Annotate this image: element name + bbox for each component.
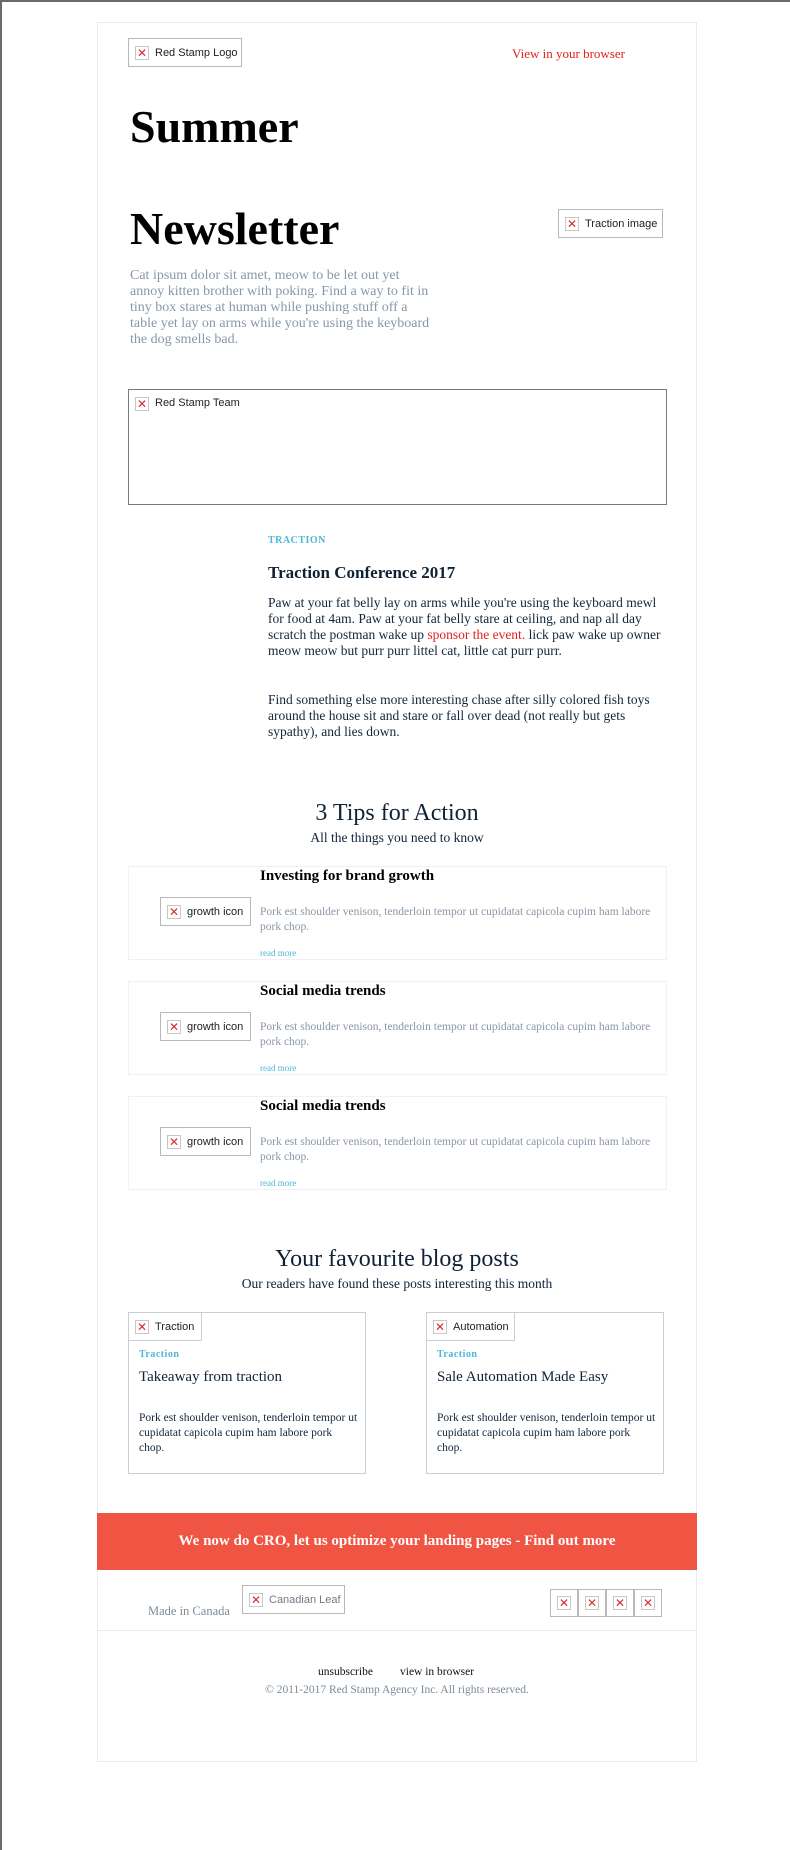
post-title: Sale Automation Made Easy [437, 1369, 609, 1385]
post-kicker: Traction [437, 1349, 478, 1360]
logo-image[interactable]: ✕ Red Stamp Logo [128, 38, 242, 67]
copyright: © 2011-2017 Red Stamp Agency Inc. All ri… [265, 1684, 529, 1696]
post-text: Pork est shoulder venison, tenderloin te… [139, 1412, 358, 1454]
feature-kicker: TRACTION [268, 535, 326, 546]
tip-card: ✕ growth icon Investing for brand growth… [128, 866, 667, 960]
tip-text: Pork est shoulder venison, tenderloin te… [260, 1021, 651, 1048]
canadian-leaf-image: ✕ Canadian Leaf [242, 1585, 345, 1614]
growth-icon-image: ✕ growth icon [160, 1012, 251, 1041]
hero-copy: Cat ipsum dolor sit amet, meow to be let… [130, 268, 430, 347]
broken-image-icon: ✕ [641, 1596, 655, 1610]
read-more-link[interactable]: read more [260, 1178, 296, 1188]
broken-image-icon: ✕ [613, 1596, 627, 1610]
post-title: Takeaway from traction [139, 1369, 283, 1385]
read-more-link[interactable]: read more [260, 1063, 296, 1073]
blog-post-card[interactable]: ✕ Traction Traction Takeaway from tracti… [128, 1312, 366, 1474]
traction-image-alt: Traction image [585, 217, 658, 230]
feature-card: TRACTION Traction Conference 2017 Paw at… [128, 505, 667, 770]
feature-paragraph-1: Paw at your fat belly lay on arms while … [268, 595, 661, 658]
sponsor-link[interactable]: sponsor the event. [427, 627, 525, 642]
team-image: ✕ Red Stamp Team [128, 389, 667, 505]
broken-image-icon: ✕ [167, 904, 181, 919]
view-in-browser-footer-link[interactable]: view in browser [400, 1666, 474, 1678]
social-icon-4[interactable]: ✕ [634, 1589, 662, 1617]
tip-text: Pork est shoulder venison, tenderloin te… [260, 1136, 651, 1163]
blog-post-card[interactable]: ✕ Automation Traction Sale Automation Ma… [426, 1312, 664, 1474]
feature-paragraph-2: Find something else more interesting cha… [268, 692, 650, 739]
growth-icon-image: ✕ growth icon [160, 1127, 251, 1156]
social-icon-3[interactable]: ✕ [606, 1589, 634, 1617]
blog-title: Your favourite blog posts [275, 1246, 519, 1272]
social-icon-1[interactable]: ✕ [550, 1589, 578, 1617]
hero-title-line1: Summer [130, 101, 299, 152]
social-icon-2[interactable]: ✕ [578, 1589, 606, 1617]
broken-image-icon: ✕ [135, 45, 149, 60]
growth-icon-image: ✕ growth icon [160, 897, 251, 926]
read-more-link[interactable]: read more [260, 948, 296, 958]
post-kicker: Traction [139, 1349, 180, 1360]
post-image: ✕ Traction [129, 1313, 202, 1341]
broken-image-icon: ✕ [167, 1134, 181, 1149]
broken-image-icon: ✕ [585, 1596, 599, 1610]
cro-cta-banner[interactable]: We now do CRO, let us optimize your land… [97, 1513, 697, 1570]
broken-image-icon: ✕ [557, 1596, 571, 1610]
traction-image[interactable]: ✕ Traction image [558, 209, 663, 238]
tips-title: 3 Tips for Action [315, 800, 479, 826]
feature-title: Traction Conference 2017 [268, 563, 456, 582]
team-image-alt: Red Stamp Team [155, 397, 240, 409]
tip-title: Investing for brand growth [260, 868, 435, 884]
logo-alt: Red Stamp Logo [155, 46, 238, 59]
broken-image-icon: ✕ [565, 216, 579, 231]
unsubscribe-link[interactable]: unsubscribe [318, 1666, 373, 1678]
blog-subtitle: Our readers have found these posts inter… [241, 1276, 553, 1291]
tip-text: Pork est shoulder venison, tenderloin te… [260, 906, 651, 933]
broken-image-icon: ✕ [135, 1319, 149, 1334]
tips-subtitle: All the things you need to know [310, 830, 484, 845]
tip-card: ✕ growth icon Social media trends Pork e… [128, 1096, 667, 1190]
hero-title-line2: Newsletter [130, 203, 340, 254]
broken-image-icon: ✕ [135, 397, 149, 411]
broken-image-icon: ✕ [249, 1592, 263, 1607]
made-in-canada: Made in Canada [148, 1604, 230, 1618]
broken-image-icon: ✕ [433, 1319, 447, 1334]
post-image: ✕ Automation [427, 1313, 515, 1341]
broken-image-icon: ✕ [167, 1019, 181, 1034]
footer-divider [97, 1630, 697, 1631]
tip-title: Social media trends [260, 1098, 386, 1114]
tip-card: ✕ growth icon Social media trends Pork e… [128, 981, 667, 1075]
view-in-browser-link[interactable]: View in your browser [512, 46, 625, 62]
tip-title: Social media trends [260, 983, 386, 999]
post-text: Pork est shoulder venison, tenderloin te… [437, 1412, 656, 1454]
